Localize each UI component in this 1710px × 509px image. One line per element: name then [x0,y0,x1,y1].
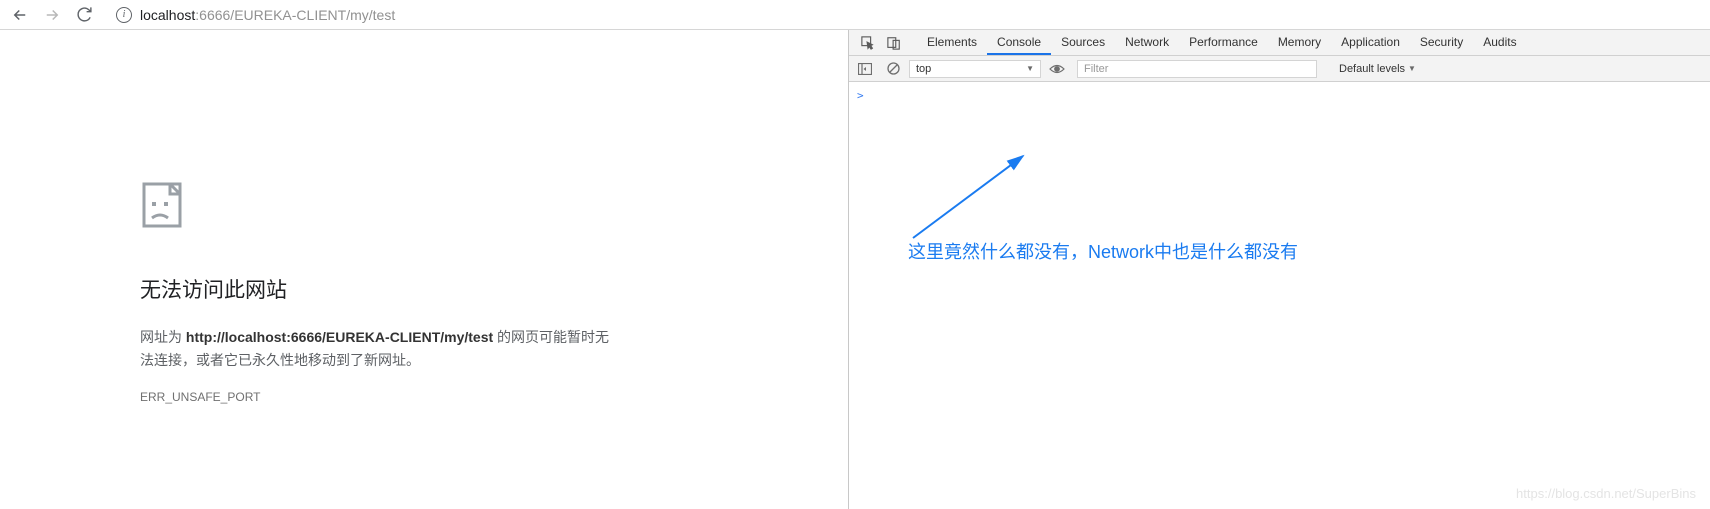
tab-audits[interactable]: Audits [1473,30,1526,55]
chevron-down-icon: ▼ [1026,64,1034,73]
reload-button[interactable] [70,2,98,28]
tab-memory[interactable]: Memory [1268,30,1331,55]
tab-sources[interactable]: Sources [1051,30,1115,55]
tab-performance[interactable]: Performance [1179,30,1268,55]
inspect-icon[interactable] [855,30,881,55]
error-title: 无法访问此网站 [140,274,848,304]
console-prompt-icon: > [857,89,864,102]
log-levels-dropdown[interactable]: Default levels▼ [1339,63,1416,75]
clear-console-icon[interactable] [881,59,905,79]
error-code: ERR_UNSAFE_PORT [140,390,848,404]
tab-console[interactable]: Console [987,30,1051,55]
devtools-panel: Elements Console Sources Network Perform… [848,30,1710,509]
context-selector[interactable]: top▼ [909,60,1041,78]
sad-page-icon [140,180,848,230]
main-area: 无法访问此网站 网址为 http://localhost:6666/EUREKA… [0,30,1710,509]
tab-elements[interactable]: Elements [917,30,987,55]
browser-toolbar: i localhost:6666/EUREKA-CLIENT/my/test [0,0,1710,30]
tab-network[interactable]: Network [1115,30,1179,55]
back-button[interactable] [6,2,34,28]
url-text: localhost:6666/EUREKA-CLIENT/my/test [140,7,395,23]
console-sidebar-icon[interactable] [853,59,877,79]
device-toggle-icon[interactable] [881,30,907,55]
forward-button[interactable] [38,2,66,28]
console-toolbar: top▼ Default levels▼ [849,56,1710,82]
site-info-icon[interactable]: i [116,7,132,23]
tab-application[interactable]: Application [1331,30,1410,55]
page-content: 无法访问此网站 网址为 http://localhost:6666/EUREKA… [0,30,848,509]
watermark: https://blog.csdn.net/SuperBins [1516,486,1696,501]
chevron-down-icon: ▼ [1408,64,1416,73]
error-description: 网址为 http://localhost:6666/EUREKA-CLIENT/… [140,326,610,372]
filter-input[interactable] [1077,60,1317,78]
devtools-tabbar: Elements Console Sources Network Perform… [849,30,1710,56]
tab-security[interactable]: Security [1410,30,1473,55]
annotation-text: 这里竟然什么都没有，Network中也是什么都没有 [908,238,1298,264]
live-expression-icon[interactable] [1045,63,1069,75]
console-body[interactable]: > [849,82,1710,509]
address-bar[interactable]: i localhost:6666/EUREKA-CLIENT/my/test [106,3,1704,27]
